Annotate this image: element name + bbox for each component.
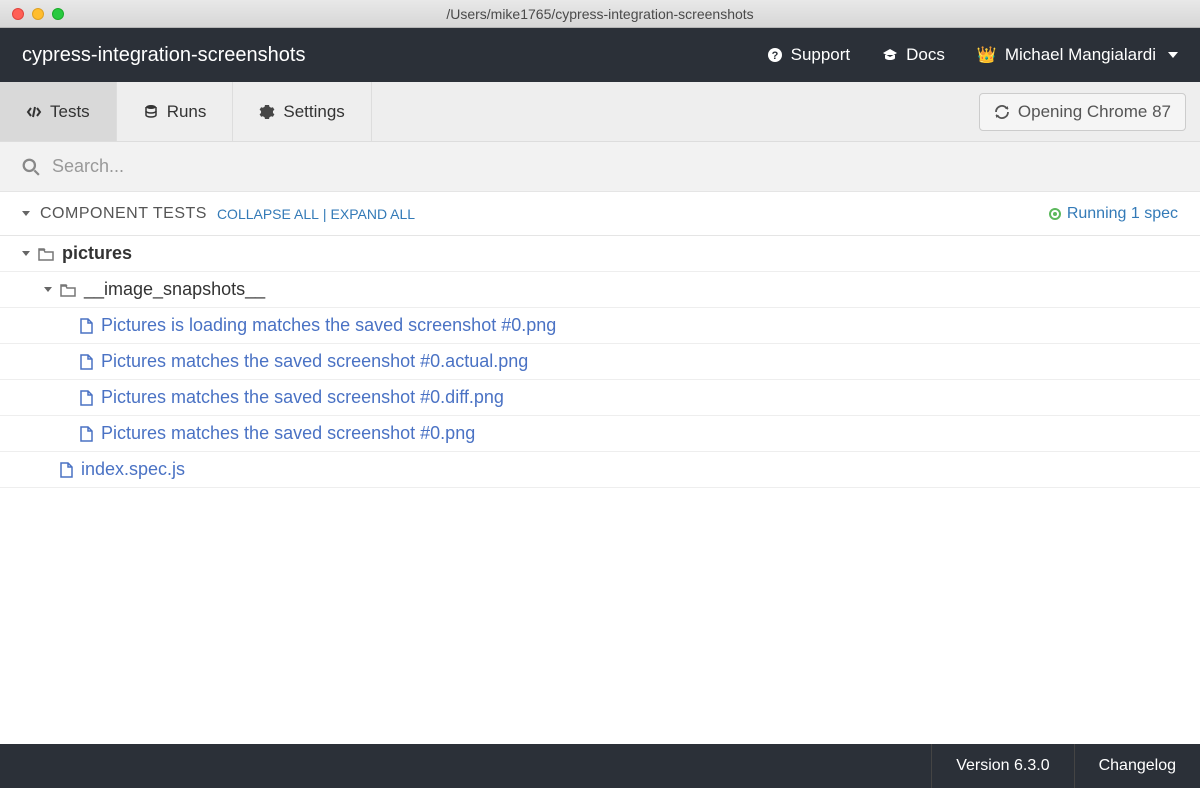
traffic-lights <box>0 8 64 20</box>
folder-pictures-label: pictures <box>62 243 132 264</box>
app-header: cypress-integration-screenshots ? Suppor… <box>0 28 1200 82</box>
expand-links: COLLAPSE ALL | EXPAND ALL <box>217 206 415 222</box>
changelog-label: Changelog <box>1099 757 1176 775</box>
file-tree: pictures __image_snapshots__ Pictures is… <box>0 236 1200 744</box>
minimize-window-button[interactable] <box>32 8 44 20</box>
file-item[interactable]: Pictures is loading matches the saved sc… <box>0 308 1200 344</box>
version-button[interactable]: Version 6.3.0 <box>931 744 1073 788</box>
file-icon <box>80 426 93 442</box>
header-right: ? Support Docs 👑 Michael Mangialardi <box>767 45 1178 65</box>
database-icon <box>143 104 159 120</box>
file-name: Pictures matches the saved screenshot #0… <box>101 423 475 444</box>
expand-all-link[interactable]: EXPAND ALL <box>331 206 416 222</box>
titlebar: /Users/mike1765/cypress-integration-scre… <box>0 0 1200 28</box>
search-input[interactable] <box>52 156 1178 177</box>
tab-settings-label: Settings <box>283 102 344 122</box>
refresh-icon <box>994 104 1010 120</box>
tabs-row: Tests Runs Settings Opening Chrome 87 <box>0 82 1200 142</box>
folder-image-snapshots-label: __image_snapshots__ <box>84 279 265 300</box>
tab-runs[interactable]: Runs <box>117 82 234 141</box>
file-item[interactable]: Pictures matches the saved screenshot #0… <box>0 416 1200 452</box>
tab-settings[interactable]: Settings <box>233 82 371 141</box>
section-title: COMPONENT TESTS <box>40 205 207 223</box>
maximize-window-button[interactable] <box>52 8 64 20</box>
collapse-all-link[interactable]: COLLAPSE ALL <box>217 206 319 222</box>
folder-pictures[interactable]: pictures <box>0 236 1200 272</box>
section-left: COMPONENT TESTS COLLAPSE ALL | EXPAND AL… <box>22 205 415 223</box>
changelog-button[interactable]: Changelog <box>1074 744 1200 788</box>
caret-down-icon <box>22 251 30 256</box>
footer: Version 6.3.0 Changelog <box>0 744 1200 788</box>
file-icon <box>80 318 93 334</box>
file-icon <box>60 462 73 478</box>
graduation-cap-icon <box>882 47 898 63</box>
file-name: Pictures is loading matches the saved sc… <box>101 315 556 336</box>
file-name: Pictures matches the saved screenshot #0… <box>101 351 528 372</box>
user-name: Michael Mangialardi <box>1005 45 1156 65</box>
section-header: COMPONENT TESTS COLLAPSE ALL | EXPAND AL… <box>0 192 1200 236</box>
running-indicator-icon <box>1049 208 1061 220</box>
close-window-button[interactable] <box>12 8 24 20</box>
file-icon <box>80 390 93 406</box>
user-menu[interactable]: 👑 Michael Mangialardi <box>977 45 1178 65</box>
docs-link[interactable]: Docs <box>882 45 945 65</box>
folder-icon <box>60 283 76 297</box>
file-item[interactable]: index.spec.js <box>0 452 1200 488</box>
support-label: Support <box>791 45 851 65</box>
folder-image-snapshots[interactable]: __image_snapshots__ <box>0 272 1200 308</box>
file-item[interactable]: Pictures matches the saved screenshot #0… <box>0 380 1200 416</box>
avatar-icon: 👑 <box>977 45 997 65</box>
search-icon <box>22 158 40 176</box>
divider: | <box>323 206 327 222</box>
project-name: cypress-integration-screenshots <box>22 44 305 67</box>
svg-text:?: ? <box>771 50 778 62</box>
window-path: /Users/mike1765/cypress-integration-scre… <box>0 6 1200 22</box>
running-spec[interactable]: Running 1 spec <box>1049 205 1178 223</box>
version-label: Version 6.3.0 <box>956 757 1049 775</box>
docs-label: Docs <box>906 45 945 65</box>
tab-tests-label: Tests <box>50 102 90 122</box>
question-circle-icon: ? <box>767 47 783 63</box>
gear-icon <box>259 104 275 120</box>
support-link[interactable]: ? Support <box>767 45 851 65</box>
file-name: Pictures matches the saved screenshot #0… <box>101 387 504 408</box>
code-icon <box>26 104 42 120</box>
tab-tests[interactable]: Tests <box>0 82 117 141</box>
search-row <box>0 142 1200 192</box>
chevron-down-icon <box>1168 52 1178 58</box>
folder-icon <box>38 247 54 261</box>
file-item[interactable]: Pictures matches the saved screenshot #0… <box>0 344 1200 380</box>
caret-down-icon[interactable] <box>22 211 30 216</box>
tabs: Tests Runs Settings <box>0 82 372 141</box>
caret-down-icon <box>44 287 52 292</box>
file-icon <box>80 354 93 370</box>
running-spec-label: Running 1 spec <box>1067 205 1178 223</box>
browser-status[interactable]: Opening Chrome 87 <box>979 93 1186 131</box>
file-name: index.spec.js <box>81 459 185 480</box>
tab-runs-label: Runs <box>167 102 207 122</box>
browser-status-label: Opening Chrome 87 <box>1018 102 1171 122</box>
